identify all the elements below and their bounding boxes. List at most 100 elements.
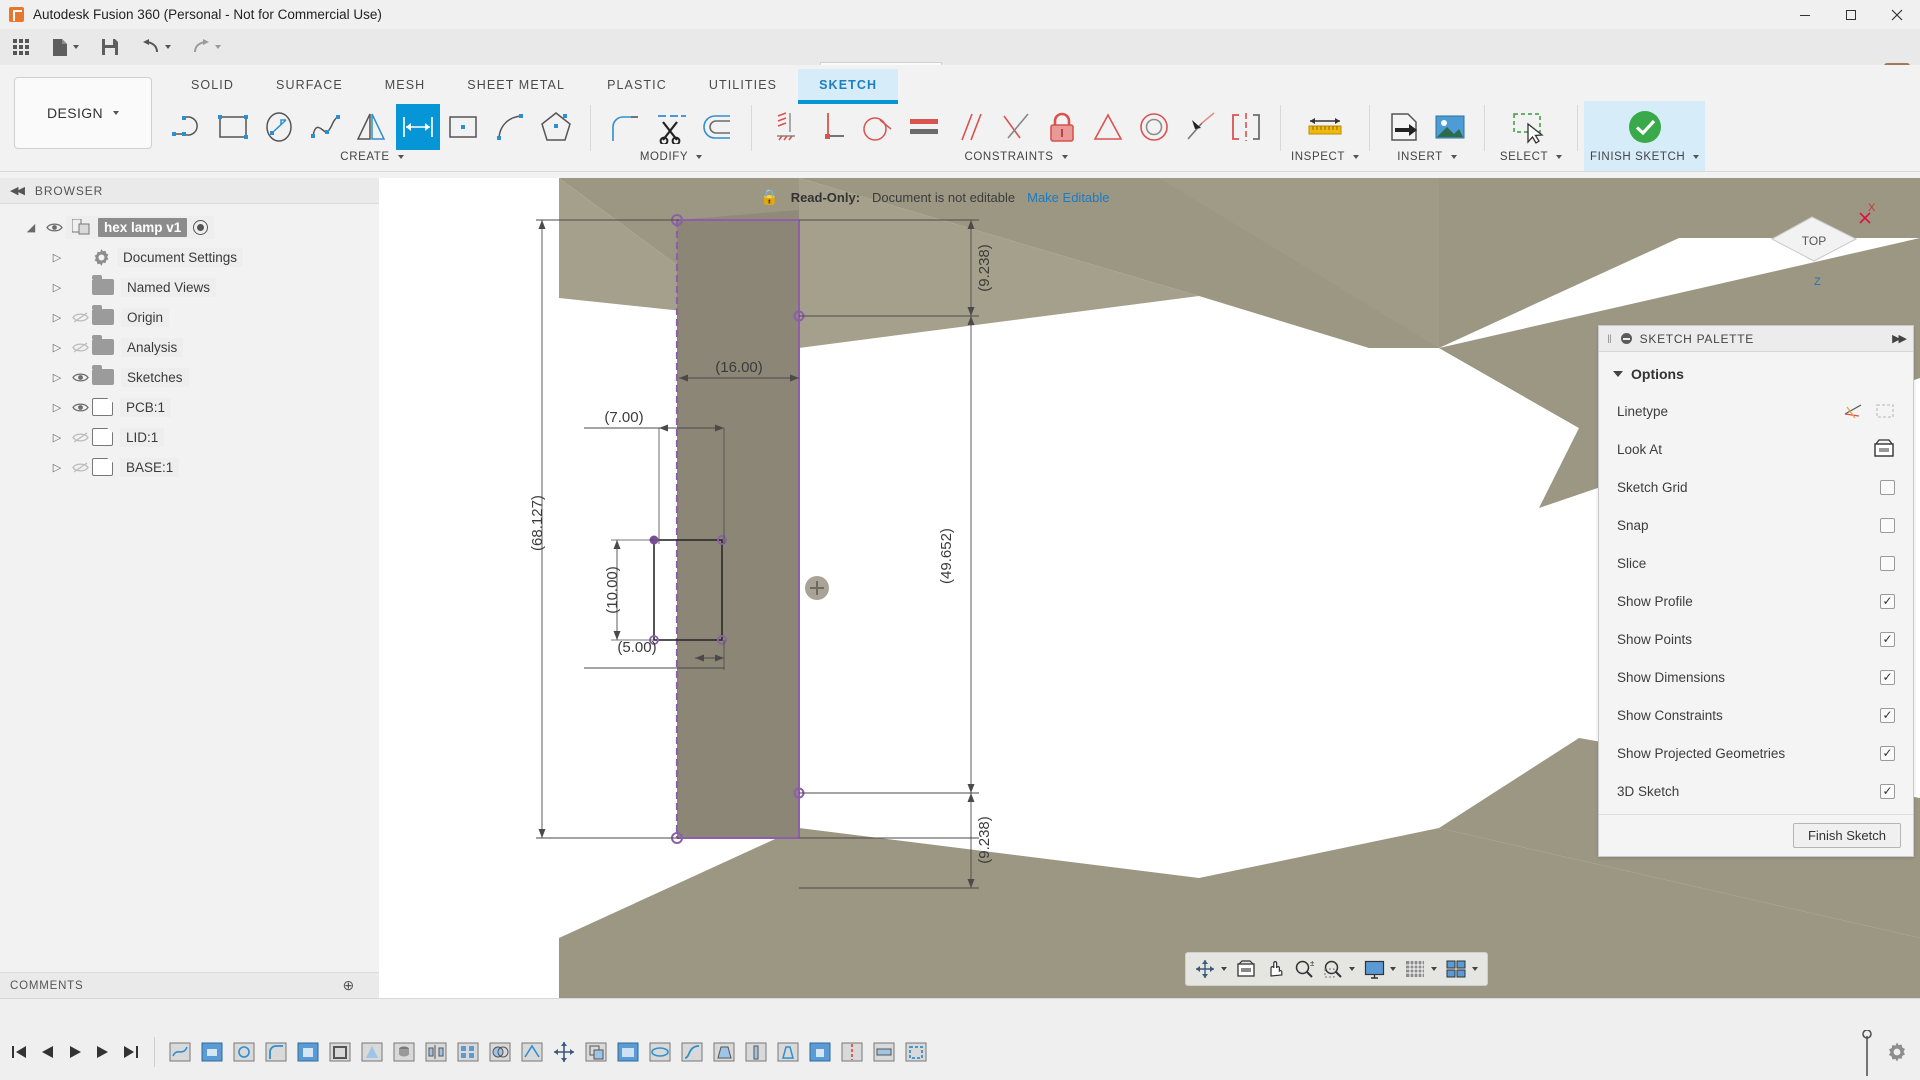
browser-item-sketches[interactable]: ▷ Sketches bbox=[0, 362, 379, 392]
undo-button[interactable] bbox=[137, 32, 175, 62]
sketch-arc-tool[interactable] bbox=[166, 104, 210, 150]
sketch-conic-curve-tool[interactable] bbox=[488, 104, 532, 150]
chevron-down-icon[interactable] bbox=[1390, 967, 1396, 971]
minimize-panel-icon[interactable] bbox=[1621, 333, 1632, 344]
eye-hidden-icon[interactable] bbox=[68, 462, 92, 473]
look-at-icon[interactable] bbox=[1233, 956, 1259, 982]
feature-move[interactable] bbox=[549, 1037, 579, 1067]
horizontal-vertical-constraint[interactable] bbox=[764, 104, 808, 150]
feature-split[interactable] bbox=[837, 1037, 867, 1067]
add-comment-icon[interactable]: ⊕ bbox=[342, 977, 355, 994]
eye-visible-icon[interactable] bbox=[68, 402, 92, 413]
browser-item-pcb[interactable]: ▷ PCB:1 bbox=[0, 392, 379, 422]
show-points-checkbox[interactable] bbox=[1880, 632, 1895, 647]
feature-sweep[interactable] bbox=[677, 1037, 707, 1067]
show-profile-checkbox[interactable] bbox=[1880, 594, 1895, 609]
app-grid-button[interactable] bbox=[8, 32, 34, 62]
expand-triangle-icon[interactable]: ▷ bbox=[46, 281, 68, 294]
tab-sheet-metal[interactable]: SHEET METAL bbox=[446, 69, 586, 100]
show-dimensions-checkbox[interactable] bbox=[1880, 670, 1895, 685]
gear-settings-icon[interactable] bbox=[1886, 1041, 1908, 1066]
timeline-go-start[interactable] bbox=[6, 1038, 32, 1066]
offset-tool[interactable] bbox=[695, 104, 739, 150]
save-button[interactable] bbox=[97, 32, 123, 62]
minimize-icon[interactable] bbox=[1782, 0, 1828, 29]
feature-extrude-3[interactable] bbox=[357, 1037, 387, 1067]
feature-pattern[interactable] bbox=[453, 1037, 483, 1067]
tangent-constraint[interactable] bbox=[856, 104, 900, 150]
comments-bar[interactable]: COMMENTS ⊕ bbox=[0, 972, 379, 998]
zoom-fit-icon[interactable] bbox=[1320, 956, 1346, 982]
trim-tool[interactable] bbox=[649, 104, 693, 150]
feature-mirror[interactable] bbox=[421, 1037, 451, 1067]
sketch-polygon-tool[interactable] bbox=[534, 104, 578, 150]
chevron-down-icon[interactable] bbox=[1221, 967, 1227, 971]
expand-triangle-icon[interactable]: ▷ bbox=[46, 461, 68, 474]
browser-root-item[interactable]: ◢ hex lamp v1 bbox=[0, 212, 379, 242]
maximize-icon[interactable] bbox=[1828, 0, 1874, 29]
eye-hidden-icon[interactable] bbox=[68, 342, 92, 353]
panel-title-select[interactable]: SELECT bbox=[1500, 151, 1562, 163]
expand-triangle-icon[interactable]: ▷ bbox=[46, 341, 68, 354]
sketch-spline-tool[interactable] bbox=[304, 104, 348, 150]
timeline-step-forward[interactable] bbox=[90, 1038, 116, 1066]
view-cube[interactable]: TOP X Z bbox=[1756, 203, 1876, 293]
browser-item-origin[interactable]: ▷ Origin bbox=[0, 302, 379, 332]
new-document-button[interactable] bbox=[48, 32, 83, 62]
show-projected-geometries-checkbox[interactable] bbox=[1880, 746, 1895, 761]
feature-loft[interactable] bbox=[709, 1037, 739, 1067]
redo-button[interactable] bbox=[187, 32, 225, 62]
expand-triangle-icon[interactable]: ▷ bbox=[46, 401, 68, 414]
collapse-left-icon[interactable]: ◀◀ bbox=[10, 184, 23, 197]
sketch-rectangle-tool[interactable] bbox=[212, 104, 256, 150]
chevron-down-icon[interactable] bbox=[1431, 967, 1437, 971]
tab-sketch[interactable]: SKETCH bbox=[798, 69, 898, 104]
curvature-constraint[interactable] bbox=[1178, 104, 1222, 150]
feature-sketch[interactable] bbox=[165, 1037, 195, 1067]
expand-triangle-icon[interactable]: ◢ bbox=[20, 221, 42, 234]
orbit-icon[interactable] bbox=[1192, 956, 1218, 982]
look-at-camera-icon[interactable] bbox=[1873, 439, 1895, 459]
chevron-down-icon[interactable] bbox=[1349, 967, 1355, 971]
expand-triangle-icon[interactable]: ▷ bbox=[46, 251, 68, 264]
timeline-step-back[interactable] bbox=[34, 1038, 60, 1066]
browser-item-analysis[interactable]: ▷ Analysis bbox=[0, 332, 379, 362]
feature-hole[interactable] bbox=[389, 1037, 419, 1067]
eye-visible-icon[interactable] bbox=[42, 222, 66, 233]
equal-constraint[interactable] bbox=[902, 104, 946, 150]
feature-sketch-2[interactable] bbox=[229, 1037, 259, 1067]
timeline-end-marker[interactable] bbox=[1858, 1030, 1876, 1074]
eye-hidden-icon[interactable] bbox=[68, 432, 92, 443]
insert-derive-tool[interactable] bbox=[1382, 104, 1426, 150]
panel-title-insert[interactable]: INSERT bbox=[1397, 151, 1457, 163]
tab-solid[interactable]: SOLID bbox=[170, 69, 255, 100]
feature-thicken[interactable] bbox=[869, 1037, 899, 1067]
eye-hidden-icon[interactable] bbox=[68, 312, 92, 323]
hand-pan-icon[interactable] bbox=[1262, 956, 1288, 982]
tab-plastic[interactable]: PLASTIC bbox=[586, 69, 688, 100]
workspace-switcher[interactable]: DESIGN bbox=[14, 77, 152, 149]
expand-triangle-icon[interactable]: ▷ bbox=[46, 311, 68, 324]
sketch-rectangular-pattern-tool[interactable] bbox=[396, 104, 440, 150]
tab-utilities[interactable]: UTILITIES bbox=[688, 69, 798, 100]
measure-tool[interactable] bbox=[1303, 104, 1347, 150]
tab-mesh[interactable]: MESH bbox=[364, 69, 447, 100]
expand-right-icon[interactable]: ▶▶ bbox=[1892, 332, 1905, 345]
feature-extrude-4[interactable] bbox=[613, 1037, 643, 1067]
show-constraints-checkbox[interactable] bbox=[1880, 708, 1895, 723]
midpoint-constraint[interactable] bbox=[1086, 104, 1130, 150]
timeline-go-end[interactable] bbox=[118, 1038, 144, 1066]
browser-item-lid[interactable]: ▷ LID:1 bbox=[0, 422, 379, 452]
tab-surface[interactable]: SURFACE bbox=[255, 69, 364, 100]
feature-rib[interactable] bbox=[741, 1037, 771, 1067]
browser-item-document-settings[interactable]: ▷ Document Settings bbox=[0, 242, 379, 272]
feature-boundary[interactable] bbox=[901, 1037, 931, 1067]
feature-fillet[interactable] bbox=[261, 1037, 291, 1067]
insert-canvas-tool[interactable] bbox=[1428, 104, 1472, 150]
feature-extrude-2[interactable] bbox=[293, 1037, 323, 1067]
chevron-down-icon[interactable] bbox=[1472, 967, 1478, 971]
feature-combine[interactable] bbox=[485, 1037, 515, 1067]
finish-sketch-button[interactable]: Finish Sketch bbox=[1793, 823, 1901, 848]
panel-title-finish-sketch[interactable]: FINISH SKETCH bbox=[1590, 151, 1699, 163]
feature-copy[interactable] bbox=[581, 1037, 611, 1067]
